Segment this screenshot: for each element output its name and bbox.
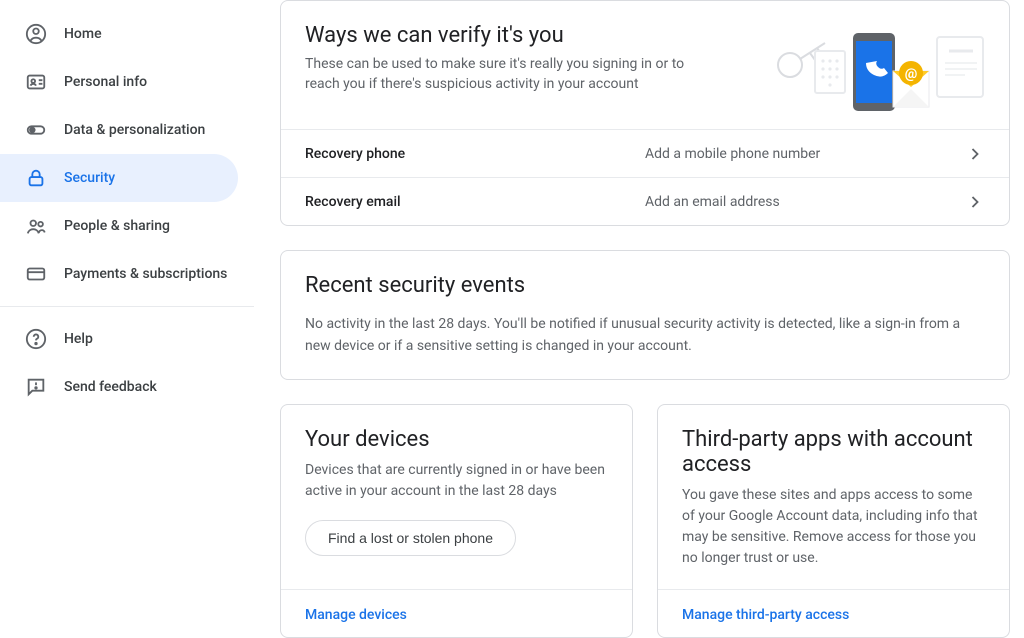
sidebar-item-label: Data & personalization [64, 122, 205, 138]
find-phone-button[interactable]: Find a lost or stolen phone [305, 520, 516, 556]
manage-devices-link[interactable]: Manage devices [305, 607, 407, 623]
thirdparty-subtitle: You gave these sites and apps access to … [682, 485, 985, 569]
recovery-phone-label: Recovery phone [305, 146, 645, 162]
credit-card-icon [24, 262, 48, 286]
verify-subtitle: These can be used to make sure it's real… [305, 54, 705, 95]
recovery-email-row[interactable]: Recovery email Add an email address [281, 177, 1009, 225]
sidebar-item-help[interactable]: Help [0, 315, 238, 363]
your-devices-card: Your devices Devices that are currently … [280, 404, 633, 638]
help-icon [24, 327, 48, 351]
devices-title: Your devices [305, 427, 608, 452]
sidebar-item-label: Home [64, 26, 102, 42]
sidebar-item-label: Help [64, 331, 93, 347]
sidebar-item-home[interactable]: Home [0, 10, 238, 58]
recovery-phone-row[interactable]: Recovery phone Add a mobile phone number [281, 129, 1009, 177]
events-title: Recent security events [305, 273, 985, 298]
thirdparty-title: Third-party apps with account access [682, 427, 985, 477]
id-card-icon [24, 70, 48, 94]
verify-title: Ways we can verify it's you [305, 23, 749, 48]
security-events-card: Recent security events No activity in th… [280, 250, 1010, 380]
sidebar-item-people-sharing[interactable]: People & sharing [0, 202, 238, 250]
verify-illustration: @ [765, 23, 985, 113]
sidebar-item-security[interactable]: Security [0, 154, 238, 202]
devices-subtitle: Devices that are currently signed in or … [305, 460, 608, 502]
sidebar-item-label: Personal info [64, 74, 147, 90]
sidebar-item-label: Security [64, 170, 115, 186]
account-circle-icon [24, 22, 48, 46]
sidebar-item-data-personalization[interactable]: Data & personalization [0, 106, 238, 154]
recovery-email-value: Add an email address [645, 194, 965, 210]
lock-icon [24, 166, 48, 190]
sidebar-item-personal-info[interactable]: Personal info [0, 58, 238, 106]
chevron-right-icon [965, 144, 985, 164]
sidebar: Home Personal info Data & personalizatio… [0, 0, 254, 614]
feedback-icon [24, 375, 48, 399]
sidebar-item-payments-subscriptions[interactable]: Payments & subscriptions [0, 250, 238, 298]
chevron-right-icon [965, 192, 985, 212]
recovery-phone-value: Add a mobile phone number [645, 146, 965, 162]
sidebar-divider [0, 306, 254, 307]
toggle-icon [24, 118, 48, 142]
verify-card: Ways we can verify it's you These can be… [280, 0, 1010, 226]
sidebar-item-label: Send feedback [64, 379, 157, 395]
sidebar-item-send-feedback[interactable]: Send feedback [0, 363, 238, 411]
svg-text:@: @ [905, 66, 918, 82]
events-body: No activity in the last 28 days. You'll … [281, 314, 1009, 379]
people-icon [24, 214, 48, 238]
sidebar-item-label: People & sharing [64, 218, 170, 234]
manage-thirdparty-link[interactable]: Manage third-party access [682, 607, 849, 623]
recovery-email-label: Recovery email [305, 194, 645, 210]
main-content: Ways we can verify it's you These can be… [254, 0, 1024, 614]
sidebar-item-label: Payments & subscriptions [64, 266, 227, 282]
third-party-card: Third-party apps with account access You… [657, 404, 1010, 638]
